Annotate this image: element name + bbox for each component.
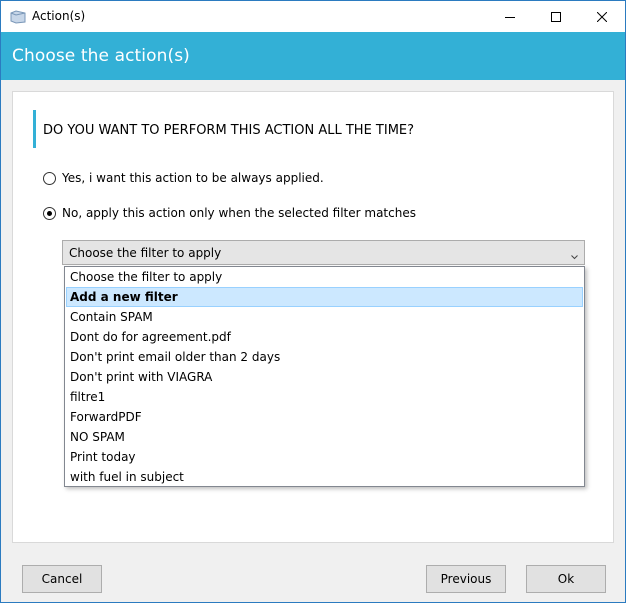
- radio-label-always: Yes, i want this action to be always app…: [62, 171, 324, 185]
- question-heading: DO YOU WANT TO PERFORM THIS ACTION ALL T…: [33, 110, 593, 148]
- window-title: Action(s): [32, 9, 86, 23]
- close-icon: [597, 11, 607, 22]
- header-title: Choose the action(s): [12, 46, 190, 66]
- dropdown-item[interactable]: ForwardPDF: [66, 407, 583, 427]
- filter-combobox-value: Choose the filter to apply: [69, 246, 222, 260]
- maximize-icon: [551, 11, 561, 22]
- radio-button-unchecked[interactable]: [43, 171, 56, 185]
- dropdown-item[interactable]: Dont do for agreement.pdf: [66, 327, 583, 347]
- dropdown-item[interactable]: filtre1: [66, 387, 583, 407]
- dropdown-item[interactable]: Don't print email older than 2 days: [66, 347, 583, 367]
- previous-button[interactable]: Previous: [426, 565, 506, 593]
- radio-filter-matches[interactable]: No, apply this action only when the sele…: [43, 206, 416, 220]
- cancel-button[interactable]: Cancel: [22, 565, 102, 593]
- dialog-header: Choose the action(s): [1, 32, 625, 80]
- ok-button[interactable]: Ok: [526, 565, 606, 593]
- radio-button-checked[interactable]: [43, 206, 56, 220]
- dropdown-item[interactable]: Contain SPAM: [66, 307, 583, 327]
- question-text: DO YOU WANT TO PERFORM THIS ACTION ALL T…: [43, 123, 415, 138]
- dropdown-item[interactable]: with fuel in subject: [66, 467, 583, 487]
- maximize-button[interactable]: [533, 1, 579, 32]
- filter-combobox[interactable]: Choose the filter to apply: [62, 240, 585, 265]
- chevron-down-icon[interactable]: [571, 249, 578, 263]
- action-dialog-window: Action(s) Choose the action(s) DO YOU WA…: [0, 0, 626, 603]
- folder-icon: [10, 10, 26, 24]
- dropdown-item[interactable]: Choose the filter to apply: [66, 267, 583, 287]
- minimize-button[interactable]: [487, 1, 533, 32]
- dropdown-item[interactable]: Don't print with VIAGRA: [66, 367, 583, 387]
- dropdown-item[interactable]: Print today: [66, 447, 583, 467]
- close-button[interactable]: [579, 1, 625, 32]
- filter-dropdown-list: Choose the filter to apply Add a new fil…: [64, 266, 585, 487]
- dropdown-item-add-new-filter[interactable]: Add a new filter: [66, 287, 583, 307]
- radio-always-apply[interactable]: Yes, i want this action to be always app…: [43, 171, 324, 185]
- title-bar[interactable]: Action(s): [1, 1, 625, 32]
- radio-label-filter: No, apply this action only when the sele…: [62, 206, 416, 220]
- dropdown-item[interactable]: NO SPAM: [66, 427, 583, 447]
- minimize-icon: [505, 16, 515, 18]
